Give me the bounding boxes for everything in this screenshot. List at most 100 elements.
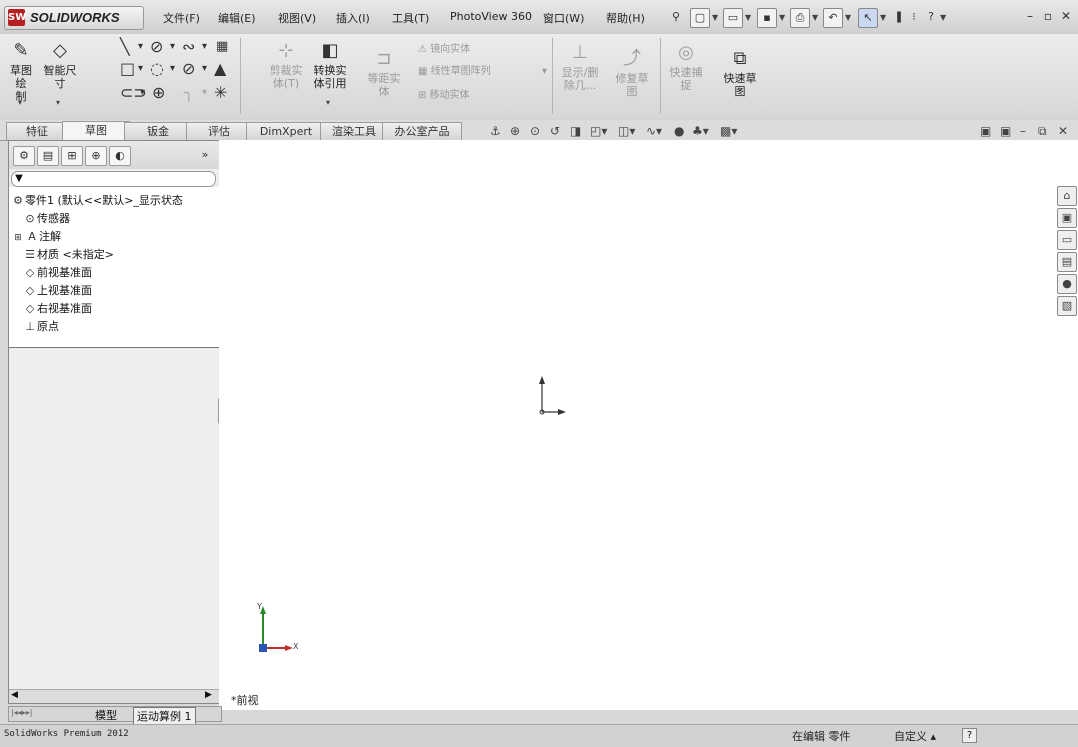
tab-nav-icon[interactable]: |◂◂▸▸| [11,708,32,717]
menu-help[interactable]: 帮助(H) [606,10,645,26]
hide-show-icon[interactable]: ∿▾ [646,124,662,138]
tile-icon[interactable]: ▣ [980,124,991,138]
pattern-dropdown-icon[interactable]: ▾ [542,66,547,77]
display-manager-icon[interactable]: ◐ [109,146,131,166]
menu-view[interactable]: 视图(V) [278,10,316,26]
design-library-icon[interactable]: ▣ [1057,208,1077,228]
menu-file[interactable]: 文件(F) [163,10,200,26]
configuration-manager-icon[interactable]: ⊞ [61,146,83,166]
file-explorer-icon[interactable]: ▭ [1057,230,1077,250]
spline-icon[interactable]: ∾ [182,38,195,56]
circle-icon[interactable]: ⊘ [150,38,163,56]
tile-vertical-icon[interactable]: ▣ [1000,124,1011,138]
rectangle-icon[interactable]: □ [120,60,135,78]
arc-dropdown-icon[interactable]: ▾ [170,60,175,78]
edit-appearance-icon[interactable]: ● [674,124,684,138]
rapid-snaps-button[interactable]: ◎ 快速捕 捉 [664,42,708,92]
tree-root[interactable]: ⚙ 零件1 (默认<<默认>_显示状态 [11,193,183,209]
expand-panel-icon[interactable]: » [195,146,215,164]
tab-sheet-metal[interactable]: 钣金 [124,122,192,140]
custom-properties-icon[interactable]: ▧ [1057,296,1077,316]
menu-insert[interactable]: 插入(I) [336,10,370,26]
sketch-dropdown-icon[interactable]: ▾ [18,98,22,107]
save-icon[interactable]: ▪ [757,8,777,28]
tab-sketch[interactable]: 草图 [62,121,130,141]
text-icon[interactable]: ▲ [214,60,226,78]
tree-item-sensors[interactable]: ⊙ 传感器 [23,211,70,227]
arc-icon[interactable]: ◌ [150,60,164,78]
apply-scene-icon[interactable]: ♣▾ [692,124,709,138]
help-status-icon[interactable]: ? [962,728,977,743]
tab-evaluate[interactable]: 评估 [186,122,252,140]
rectangle-dropdown-icon[interactable]: ▾ [138,60,143,78]
tab-motion-study[interactable]: 运动算例 1 [133,707,196,725]
section-view-icon[interactable]: ◨ [570,124,581,138]
menu-tools[interactable]: 工具(T) [392,10,429,26]
solidworks-resources-icon[interactable]: ⌂ [1057,186,1077,206]
line-dropdown-icon[interactable]: ▾ [138,38,143,56]
view-orientation-icon[interactable]: ⚓ [490,124,501,138]
mirror-entities-button[interactable]: ⚠ 镜向实体 [418,40,470,55]
trim-entities-button[interactable]: ⊹ 剪裁实 体(T) [268,40,304,90]
doc-close-icon[interactable]: ✕ [1058,124,1068,138]
doc-restore-icon[interactable]: ⧉ [1038,124,1047,139]
pin-icon[interactable]: ⚲ [667,8,685,26]
smart-dim-dropdown-icon[interactable]: ▾ [56,98,60,107]
property-manager-icon[interactable]: ▤ [37,146,59,166]
offset-entities-button[interactable]: ⊐ 等距实 体 [364,48,404,98]
tree-item-front-plane[interactable]: ◇ 前视基准面 [23,265,92,281]
undo-dropdown-icon[interactable]: ▼ [845,13,851,22]
menu-window[interactable]: 窗口(W) [543,10,584,26]
help-icon[interactable]: ? [922,8,940,26]
minimize-icon[interactable]: – [1023,9,1037,23]
repair-sketch-button[interactable]: ⤴ 修复草 图 [612,48,652,98]
help-dropdown-icon[interactable]: ▼ [940,13,946,22]
restore-icon[interactable]: ▫ [1041,9,1055,23]
convert-dropdown-icon[interactable]: ▾ [326,98,330,107]
hatch-icon[interactable]: ▦ [216,38,228,56]
units-selector[interactable]: 自定义 ▴ [894,728,936,744]
print-dropdown-icon[interactable]: ▼ [812,13,818,22]
select-dropdown-icon[interactable]: ▼ [880,13,886,22]
move-entities-button[interactable]: ⊞ 移动实体 [418,86,470,101]
display-style-icon[interactable]: ◫▾ [618,124,635,138]
tree-item-annotations[interactable]: ⊞ A 注解 [11,229,61,245]
smart-dimension-button[interactable]: ◇ 智能尺 寸 [40,40,80,90]
circle-dropdown-icon[interactable]: ▾ [170,38,175,56]
select-icon[interactable]: ↖ [858,8,878,28]
tree-item-top-plane[interactable]: ◇ 上视基准面 [23,283,92,299]
expand-icon[interactable]: ⊞ [11,230,25,246]
fillet-dropdown-icon[interactable]: ▾ [202,84,207,102]
triad-icon[interactable] [259,606,293,652]
options-icon[interactable]: ⁝ [905,8,923,26]
menu-photoview[interactable]: PhotoView 360 [450,10,532,23]
scroll-right-icon[interactable]: ▶ [205,690,212,700]
fillet-icon[interactable]: ╮ [184,84,194,102]
open-icon[interactable]: ▭ [723,8,743,28]
tab-render-tools[interactable]: 渲染工具 [320,122,388,140]
ellipse-icon[interactable]: ⊘ [182,60,195,78]
tree-item-right-plane[interactable]: ◇ 右视基准面 [23,301,92,317]
zoom-to-fit-icon[interactable]: ⊕ [510,124,520,138]
solidworks-logo[interactable]: SW SOLIDWORKS [4,6,144,30]
tree-item-origin[interactable]: ⊥ 原点 [23,319,59,335]
graphics-area[interactable]: Y X *前视 [219,140,1078,710]
sketch-button[interactable]: ✎ 草图绘 制 [6,40,36,103]
close-icon[interactable]: ✕ [1059,9,1073,23]
convert-entities-button[interactable]: ◧ 转换实 体引用 [308,40,352,90]
linear-pattern-button[interactable]: ▦ 线性草图阵列 [418,62,491,77]
tab-office-products[interactable]: 办公室产品 [382,122,462,140]
tab-model[interactable]: 模型 [95,707,117,723]
slot-dropdown-icon[interactable]: ▾ [140,84,145,102]
spline-dropdown-icon[interactable]: ▾ [202,38,207,56]
new-icon[interactable]: ▢ [690,8,710,28]
zoom-area-icon[interactable]: ⊙ [530,124,540,138]
tab-dimxpert[interactable]: DimXpert [246,122,326,140]
point-icon[interactable]: ✳ [214,84,227,102]
tab-features[interactable]: 特征 [6,122,68,140]
view-settings-icon[interactable]: ▩▾ [720,124,737,138]
view-orient-dropdown-icon[interactable]: ◰▾ [590,124,607,138]
new-dropdown-icon[interactable]: ▼ [712,13,718,22]
rapid-sketch-button[interactable]: ⧉ 快速草 图 [718,48,762,98]
undo-icon[interactable]: ↶ [823,8,843,28]
